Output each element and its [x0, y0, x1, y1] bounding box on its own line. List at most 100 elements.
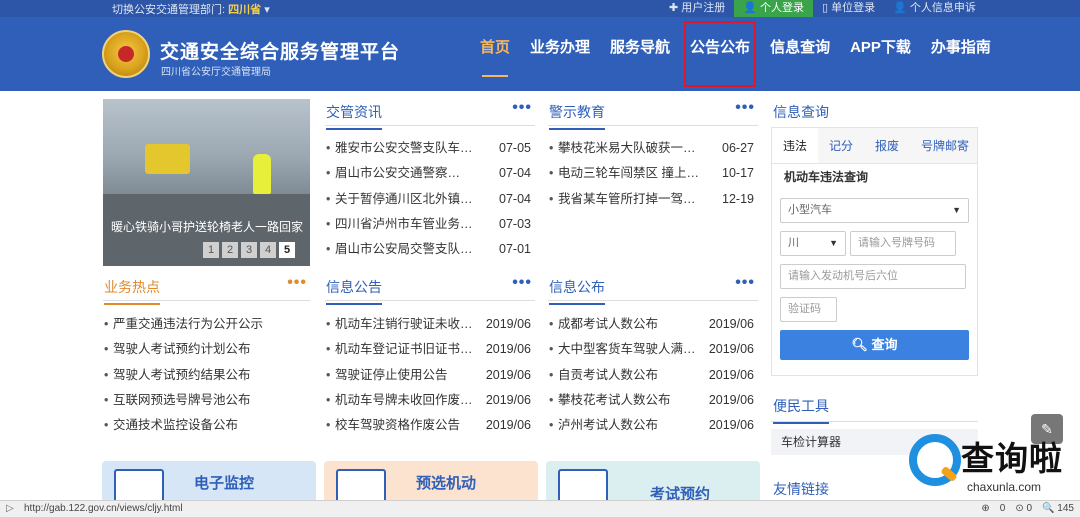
camera-icon — [114, 469, 164, 503]
query-button-label: 查询 — [871, 337, 898, 352]
status-globe-icon[interactable]: ⊕ — [981, 503, 989, 514]
watermark: 查询啦 chaxunla.com — [905, 432, 1080, 504]
list-item[interactable]: 大中型客货车驾驶人满…2019/06 — [548, 337, 758, 363]
page-icon: ▷ — [6, 503, 14, 514]
site-title: 交通安全综合服务管理平台 — [160, 42, 401, 63]
card-exam-booking[interactable]: 考试预约 — [546, 461, 760, 503]
tab-scrap[interactable]: 报废 — [864, 128, 910, 163]
nav-info-query[interactable]: 信息查询 — [760, 17, 840, 91]
publish-more-button[interactable]: ••• — [735, 274, 755, 292]
list-item[interactable]: 电动三轮车闯禁区 撞上…10-17 — [548, 161, 758, 187]
hot-list: 严重交通违法行为公开公示 驾驶人考试预约计划公布 驾驶人考试预约结果公布 互联网… — [103, 312, 310, 439]
unit-login-link[interactable]: ▯ 单位登录 — [813, 0, 884, 17]
list-item[interactable]: 机动车号牌未收回作废…2019/06 — [325, 388, 535, 414]
nav-business[interactable]: 业务办理 — [520, 17, 600, 91]
hot-more-button[interactable]: ••• — [287, 274, 307, 292]
notice-list: 机动车注销行驶证未收…2019/06 机动车登记证书旧证书…2019/06 驾驶… — [325, 312, 535, 439]
province-abbr-value: 川 — [788, 237, 799, 249]
query-button[interactable]: 🔍︎ 查询 — [780, 330, 969, 360]
query-tabs: 违法 记分 报废 号牌邮寄 — [772, 128, 977, 164]
status-zoom[interactable]: 🔍 145 — [1042, 503, 1074, 514]
list-item[interactable]: 攀枝花考试人数公布2019/06 — [548, 388, 758, 414]
license-plate-icon — [336, 469, 386, 503]
carousel-page-1[interactable]: 1 — [203, 242, 219, 258]
site-subtitle: 四川省公安厅交通管理局 — [161, 67, 271, 78]
tab-plate-mail[interactable]: 号牌邮寄 — [910, 128, 980, 163]
notice-section: 信息公告 ••• 机动车注销行驶证未收…2019/06 机动车登记证书旧证书…20… — [325, 274, 535, 439]
list-item[interactable]: 成都考试人数公布2019/06 — [548, 312, 758, 338]
card-label: 电子监控 — [194, 475, 255, 492]
news-carousel[interactable]: 暖心铁骑小哥护送轮椅老人一路回家 1 2 3 4 5 — [103, 99, 310, 266]
list-item[interactable]: 泸州考试人数公布2019/06 — [548, 413, 758, 439]
list-item[interactable]: 眉山市公安局交警支队…07-01 — [325, 237, 535, 263]
list-item[interactable]: 机动车注销行驶证未收…2019/06 — [325, 312, 535, 338]
carousel-pager: 1 2 3 4 5 — [203, 242, 295, 258]
hot-title[interactable]: 业务热点 — [104, 277, 160, 305]
warning-more-button[interactable]: ••• — [735, 99, 755, 117]
news-title[interactable]: 交管资讯 — [326, 102, 382, 130]
province-select[interactable]: 四川省 — [228, 4, 261, 16]
engine-number-input[interactable]: 请输入发动机号后六位 — [780, 264, 966, 289]
card-plate-preselect[interactable]: 预选机动 — [324, 461, 538, 503]
list-item[interactable]: 关于暂停通川区北外镇…07-04 — [325, 187, 535, 213]
account-links: ✚ 用户注册 👤 个人登录 ▯ 单位登录 👤 个人信息申诉 — [660, 0, 985, 17]
register-link[interactable]: ✚ 用户注册 — [660, 0, 734, 17]
list-item[interactable]: 我省某车管所打掉一驾…12-19 — [548, 187, 758, 213]
plate-number-input[interactable]: 请输入号牌号码 — [850, 231, 956, 256]
list-item[interactable]: 四川省泸州市车管业务…07-03 — [325, 212, 535, 238]
news-more-button[interactable]: ••• — [512, 99, 532, 117]
publish-section: 信息公布 ••• 成都考试人数公布2019/06 大中型客货车驾驶人满…2019/… — [548, 274, 758, 439]
warning-section: 警示教育 ••• 攀枝花米易大队破获一…06-27 电动三轮车闯禁区 撞上…10-… — [548, 99, 758, 212]
nav-service-guide[interactable]: 服务导航 — [600, 17, 680, 91]
list-item[interactable]: 校车驾驶资格作废公告2019/06 — [325, 413, 535, 439]
list-item[interactable]: 驾驶证停止使用公告2019/06 — [325, 363, 535, 389]
carousel-caption[interactable]: 暖心铁骑小哥护送轮椅老人一路回家 — [111, 218, 303, 235]
carousel-page-2[interactable]: 2 — [222, 242, 238, 258]
tab-points[interactable]: 记分 — [818, 128, 864, 163]
list-item[interactable]: 驾驶人考试预约结果公布 — [103, 363, 310, 389]
search-icon: 🔍︎ — [851, 337, 872, 352]
department-switcher[interactable]: 切换公安交通管理部门: 四川省 ▾ — [112, 1, 270, 17]
nav-home[interactable]: 首页 — [470, 17, 520, 91]
news-list: 雅安市公安交警支队车…07-05 眉山市公安交通警察…07-04 关于暂停通川区… — [325, 136, 535, 263]
list-item[interactable]: 眉山市公安交通警察…07-04 — [325, 161, 535, 187]
friend-links-title: 友情链接 — [773, 481, 829, 497]
carousel-page-4[interactable]: 4 — [260, 242, 276, 258]
publish-title[interactable]: 信息公布 — [549, 277, 605, 305]
news-section: 交管资讯 ••• 雅安市公安交警支队车…07-05 眉山市公安交通警察…07-04… — [325, 99, 535, 263]
list-item[interactable]: 严重交通违法行为公开公示 — [103, 312, 310, 338]
carousel-page-3[interactable]: 3 — [241, 242, 257, 258]
hot-section: 业务热点 ••• 严重交通违法行为公开公示 驾驶人考试预约计划公布 驾驶人考试预约… — [103, 274, 310, 439]
province-abbr-select[interactable]: 川 ▼ — [780, 231, 846, 256]
magnifier-logo-icon — [909, 434, 961, 486]
warning-list: 攀枝花米易大队破获一…06-27 电动三轮车闯禁区 撞上…10-17 我省某车管… — [548, 136, 758, 212]
nav-app-download[interactable]: APP下载 — [840, 17, 921, 91]
nav-guide[interactable]: 办事指南 — [921, 17, 1001, 91]
list-item[interactable]: 雅安市公安交警支队车…07-05 — [325, 136, 535, 162]
notice-title[interactable]: 信息公告 — [326, 277, 382, 305]
list-item[interactable]: 机动车登记证书旧证书…2019/06 — [325, 337, 535, 363]
info-appeal-link[interactable]: 👤 个人信息申诉 — [884, 0, 985, 17]
vehicle-type-select[interactable]: 小型汽车 ▼ — [780, 198, 969, 223]
chevron-down-icon: ▼ — [829, 238, 838, 248]
warning-title[interactable]: 警示教育 — [549, 102, 605, 130]
nav-announcements[interactable]: 公告公布 — [680, 17, 760, 91]
captcha-input[interactable]: 验证码 — [780, 297, 837, 322]
list-item[interactable]: 攀枝花米易大队破获一…06-27 — [548, 136, 758, 162]
tools-title: 便民工具 — [773, 396, 829, 424]
status-url: http://gab.122.gov.cn/views/cljy.html — [24, 503, 183, 514]
list-item[interactable]: 交通技术监控设备公布 — [103, 413, 310, 439]
list-item[interactable]: 互联网预选号牌号池公布 — [103, 388, 310, 414]
police-emblem-icon — [102, 30, 150, 78]
personal-login-link[interactable]: 👤 个人登录 — [734, 0, 814, 17]
card-electronic-monitor[interactable]: 电子监控 — [102, 461, 316, 503]
list-item[interactable]: 自贡考试人数公布2019/06 — [548, 363, 758, 389]
main-nav: 首页 业务办理 服务导航 公告公布 信息查询 APP下载 办事指南 — [470, 17, 1001, 91]
query-panel: 信息查询 违法 记分 报废 号牌邮寄 机动车违法查询 小型汽车 ▼ 川 ▼ 请输入号… — [771, 99, 978, 377]
carousel-page-5[interactable]: 5 — [279, 242, 295, 258]
chevron-down-icon: ▾ — [264, 4, 270, 16]
query-title: 信息查询 — [773, 104, 829, 120]
tab-violation[interactable]: 违法 — [772, 128, 819, 163]
list-item[interactable]: 驾驶人考试预约计划公布 — [103, 337, 310, 363]
notice-more-button[interactable]: ••• — [512, 274, 532, 292]
